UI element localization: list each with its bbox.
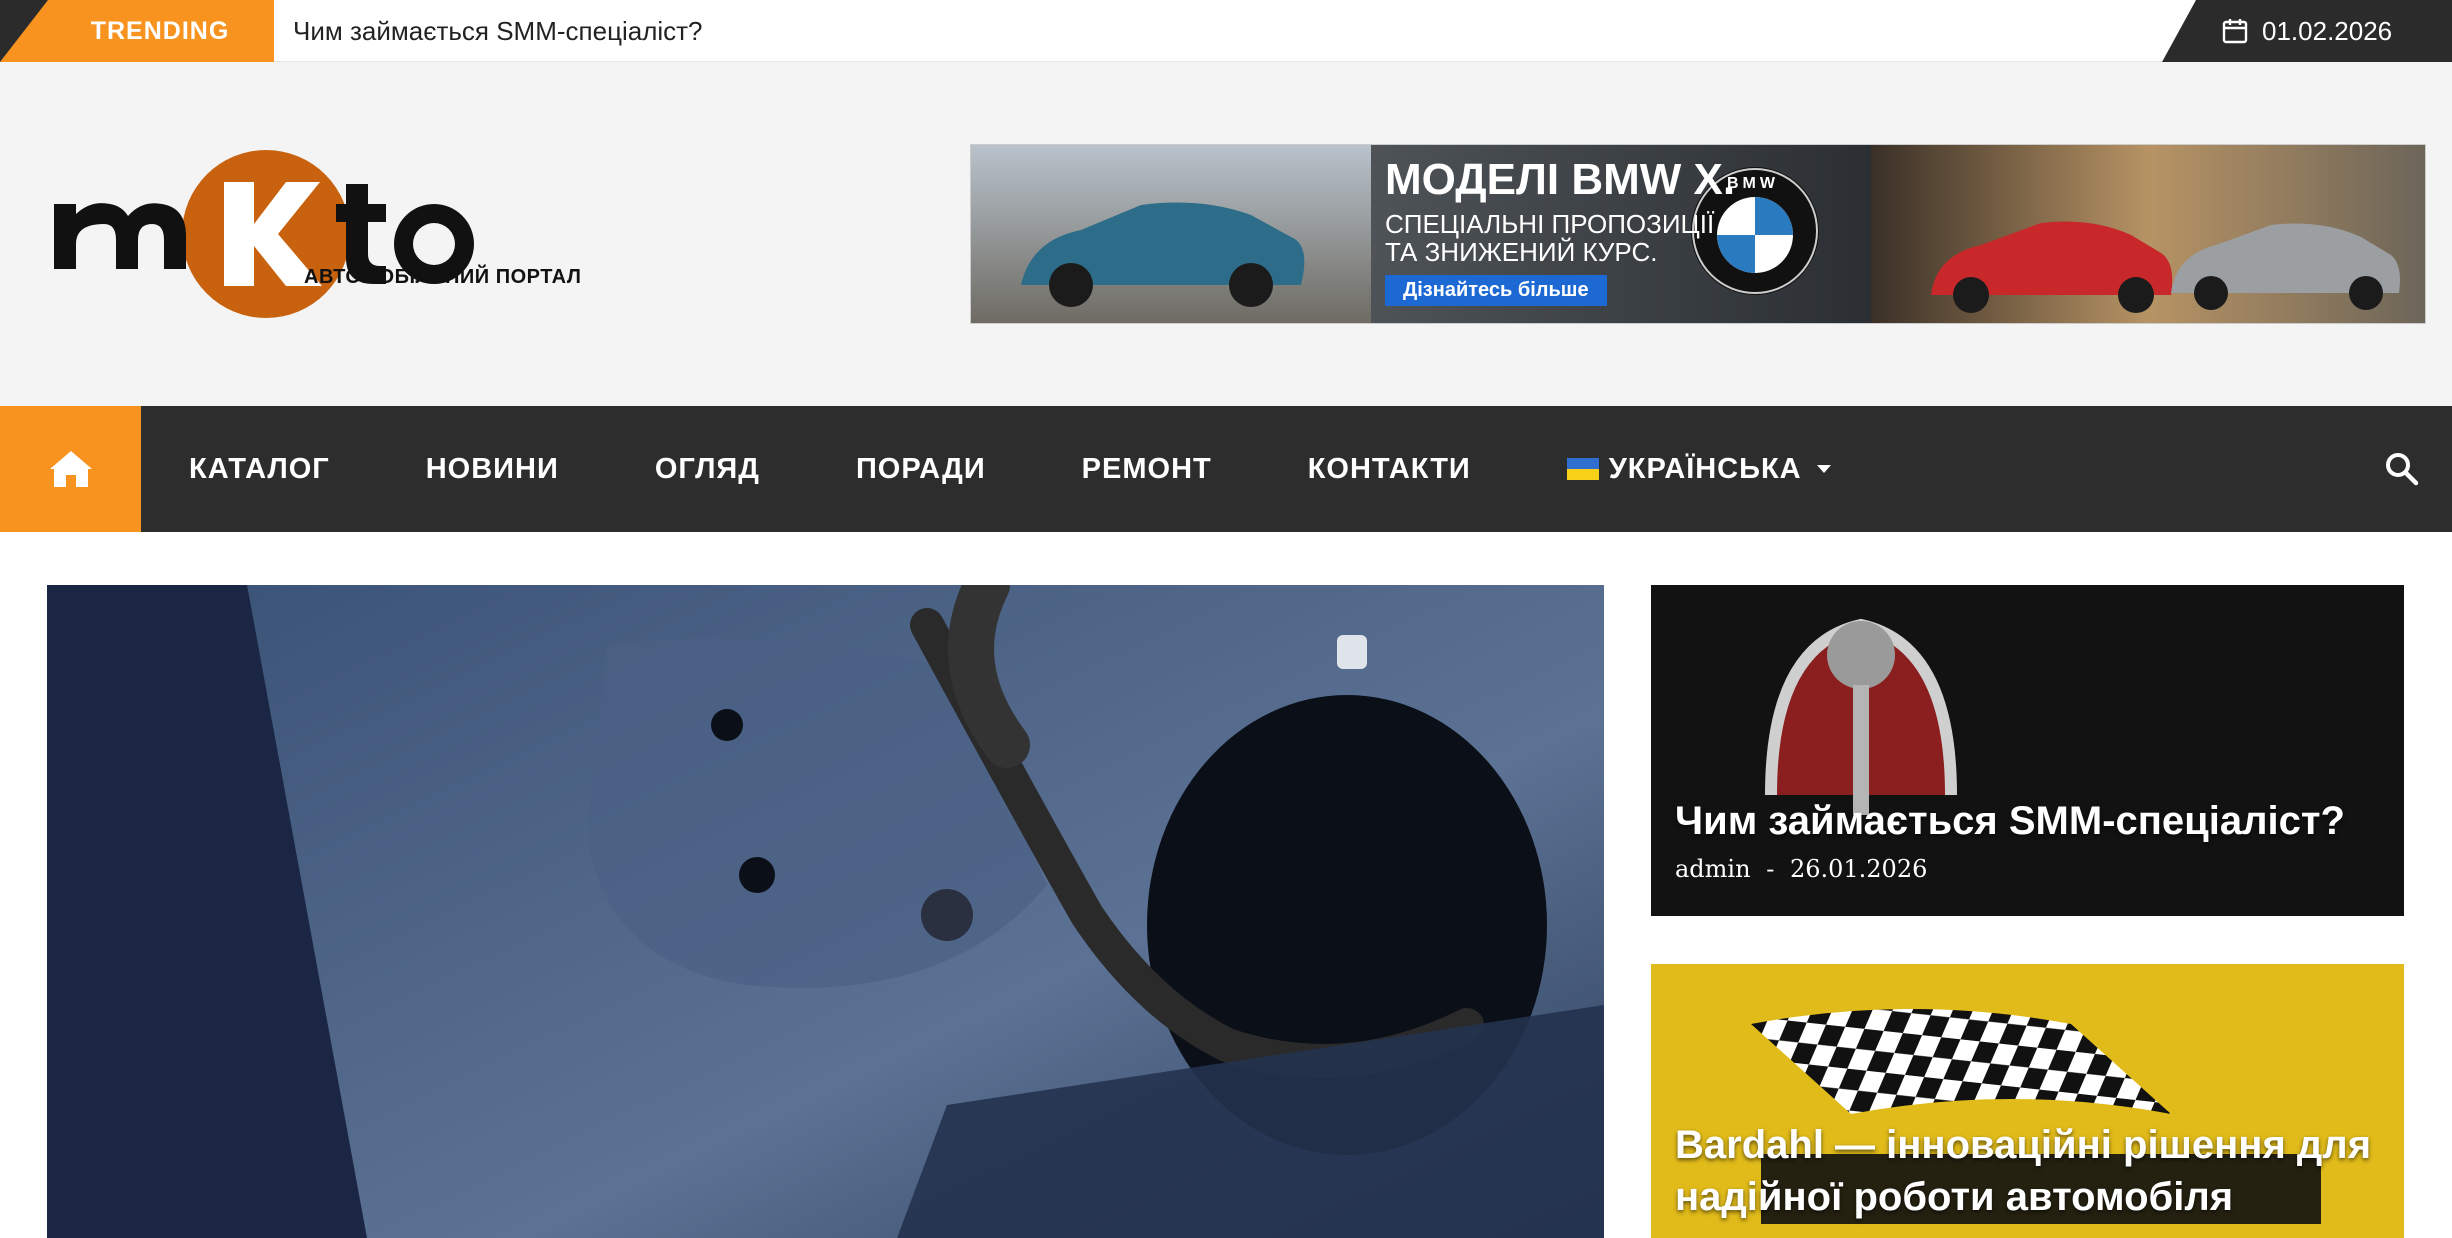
featured-post-image[interactable] <box>47 585 1604 1238</box>
banner-subtitle-1: СПЕЦІАЛЬНІ ПРОПОЗИЦІЇ <box>1385 209 1715 239</box>
home-icon <box>49 451 92 487</box>
site-header: АВТОМОБІЛЬНИЙ ПОРТАЛ МОДЕЛІ BMW X. СПЕЦІ… <box>0 62 2452 406</box>
chevron-down-icon <box>1816 465 1831 473</box>
nav-item-catalog[interactable]: КАТАЛОГ <box>141 453 378 486</box>
nav-item-repair[interactable]: РЕМОНТ <box>1034 453 1260 486</box>
trending-bar: TRENDING Чим займається SMM-спеціаліст? … <box>0 0 2452 62</box>
banner-title: МОДЕЛІ BMW X. <box>1385 155 1736 204</box>
calendar-icon <box>2222 19 2248 44</box>
post-card-smm[interactable]: Чим займається SMM-спеціаліст? admin - 2… <box>1651 585 2404 916</box>
bmw-ad-banner[interactable]: МОДЕЛІ BMW X. СПЕЦІАЛЬНІ ПРОПОЗИЦІЇ ТА З… <box>970 144 2426 324</box>
home-button[interactable] <box>0 406 141 532</box>
trending-link[interactable]: Чим займається SMM-спеціаліст? <box>293 0 703 62</box>
trending-badge: TRENDING <box>0 0 274 62</box>
post-author[interactable]: admin <box>1675 855 1751 883</box>
car-door-photo <box>47 585 1604 1238</box>
ukraine-flag-icon <box>1566 458 1599 480</box>
main-nav: КАТАЛОГ НОВИНИ ОГЛЯД ПОРАДИ РЕМОНТ КОНТА… <box>0 406 2452 532</box>
trending-label: TRENDING <box>90 16 230 45</box>
post-meta: admin - 26.01.2026 <box>1675 855 1927 883</box>
banner-brand-label: BMW <box>1727 175 1779 192</box>
post-date: 26.01.2026 <box>1789 855 1928 883</box>
current-date: 01.02.2026 <box>2262 15 2393 46</box>
post-card-bardahl[interactable]: Bardahl — інноваційні рішення для надійн… <box>1651 964 2404 1238</box>
post-title[interactable]: Чим займається SMM-спеціаліст? <box>1675 795 2345 847</box>
language-label: УКРАЇНСЬКА <box>1608 452 1802 485</box>
search-icon[interactable] <box>2382 449 2422 489</box>
post-title-line-1[interactable]: Bardahl — інноваційні рішення для <box>1675 1119 2371 1171</box>
nav-item-tips[interactable]: ПОРАДИ <box>808 453 1034 486</box>
nav-item-news[interactable]: НОВИНИ <box>378 453 607 486</box>
nav-item-review[interactable]: ОГЛЯД <box>607 453 808 486</box>
logo-graphic <box>54 150 474 318</box>
post-title-line-2[interactable]: надійної роботи автомобіля <box>1675 1171 2233 1223</box>
date-box: 01.02.2026 <box>2162 0 2452 62</box>
banner-cta-button[interactable]: Дізнайтесь більше <box>1385 275 1607 306</box>
banner-subtitle-2: ТА ЗНИЖЕНИЙ КУРС. <box>1385 237 1658 267</box>
language-selector[interactable]: УКРАЇНСЬКА <box>1519 453 1880 486</box>
nav-menu: КАТАЛОГ НОВИНИ ОГЛЯД ПОРАДИ РЕМОНТ КОНТА… <box>141 406 1880 532</box>
logo-subtitle: АВТОМОБІЛЬНИЙ ПОРТАЛ <box>304 266 582 288</box>
nav-item-contacts[interactable]: КОНТАКТИ <box>1260 453 1519 486</box>
meta-separator: - <box>1766 855 1775 883</box>
site-logo[interactable]: АВТОМОБІЛЬНИЙ ПОРТАЛ <box>46 144 586 324</box>
